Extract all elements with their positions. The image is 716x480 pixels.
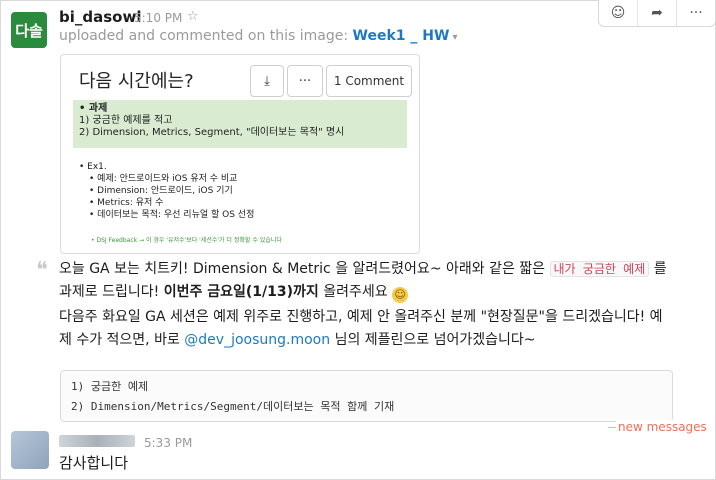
- comment-text: 올려주세요: [318, 284, 393, 300]
- code-line: 1) 궁금한 예제: [71, 380, 149, 393]
- add-reaction-icon[interactable]: ☺: [599, 0, 637, 26]
- reply-author-name-redacted[interactable]: [59, 435, 135, 447]
- chevron-down-icon[interactable]: ▾: [452, 32, 457, 43]
- comment-paragraph-1: 오늘 GA 보는 치트키! Dimension & Metric 을 알려드렸어…: [59, 258, 675, 304]
- code-line: 2) Dimension/Metrics/Segment/데이터보는 목적 함께…: [71, 400, 395, 413]
- user-mention-link[interactable]: @dev_joosung.moon: [184, 332, 330, 348]
- comment-text: 님의 제플린으로 넘어가겠습니다~: [330, 332, 536, 348]
- author-name[interactable]: bi_dasowl: [59, 8, 141, 26]
- preview-list-item: • 예제: 안드로이드와 iOS 유저 수 비교: [89, 174, 238, 184]
- smiley-emoji-icon[interactable]: ☺: [392, 287, 409, 303]
- download-button[interactable]: ⤓: [250, 65, 284, 97]
- preview-highlight-box: • 과제 1) 궁금한 예제를 적고 2) Dimension, Metrics…: [73, 100, 407, 148]
- preview-list-item: • 데이터보는 목적: 우선 리뉴얼 할 OS 선정: [89, 210, 255, 220]
- code-block: 1) 궁금한 예제 2) Dimension/Metrics/Segment/데…: [60, 370, 673, 422]
- inline-code: 내가 궁금한 예제: [549, 261, 650, 277]
- preview-list-item: • Metrics: 유저 수: [89, 198, 164, 208]
- download-icon: ⤓: [264, 73, 270, 89]
- preview-green-line: 2) Dimension, Metrics, Segment, "데이터보는 목…: [79, 127, 345, 138]
- comment-count-button[interactable]: 1 Comment: [326, 65, 412, 97]
- more-actions-icon[interactable]: ···: [676, 0, 715, 26]
- comment-text: 오늘 GA 보는 치트키! Dimension & Metric 을 알려드렸어…: [59, 261, 550, 277]
- reply-avatar[interactable]: [11, 431, 49, 469]
- upload-caption: uploaded and commented on this image: We…: [59, 28, 457, 44]
- uploaded-text: uploaded and commented on this image:: [59, 28, 349, 44]
- preview-more-button[interactable]: ···: [287, 65, 323, 97]
- share-icon[interactable]: ➦: [637, 0, 676, 26]
- comment-bold-text: 이번주 금요일(1/13)까지: [163, 284, 319, 300]
- reply-text: 감사합니다: [59, 454, 129, 472]
- preview-green-line: 1) 궁금한 예제를 적고: [79, 115, 173, 126]
- comment-paragraph-2: 다음주 화요일 GA 세션은 예제 위주로 진행하고, 예제 안 올려주신 분께…: [59, 306, 675, 352]
- preview-example-list: • Ex1. • 예제: 안드로이드와 iOS 유저 수 비교 • Dimens…: [79, 161, 254, 221]
- star-icon[interactable]: ☆: [187, 9, 199, 24]
- quote-icon: ❝: [36, 258, 48, 283]
- image-preview[interactable]: 다음 시간에는? ⤓ ··· 1 Comment • 과제 1) 궁금한 예제를…: [60, 54, 420, 254]
- preview-list-head: • Ex1.: [79, 162, 107, 172]
- file-name-link[interactable]: Week1 _ HW: [353, 28, 450, 44]
- preview-feedback-note: • DSJ Feedback → 이 경우 '유저수'보다 '세션수'가 더 정…: [91, 237, 282, 244]
- new-messages-label: new messages: [616, 420, 709, 434]
- preview-title: 다음 시간에는?: [79, 71, 194, 92]
- preview-green-line: • 과제: [79, 103, 108, 114]
- avatar-text: 다솔: [15, 21, 43, 40]
- message-timestamp[interactable]: 5:10 PM: [134, 11, 182, 25]
- preview-list-item: • Dimension: 안드로이드, iOS 기기: [89, 186, 233, 196]
- reply-timestamp[interactable]: 5:33 PM: [144, 436, 192, 450]
- avatar[interactable]: 다솔: [11, 12, 47, 48]
- message-actions: ☺ ➦ ···: [598, 0, 716, 27]
